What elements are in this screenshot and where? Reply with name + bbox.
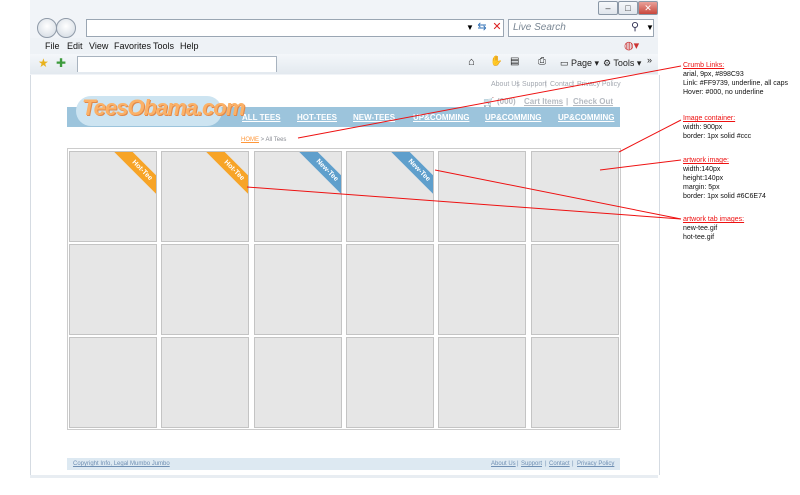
annotation-line: arial, 9px, #898C93	[683, 71, 744, 78]
annotation-line: border: 1px solid #ccc	[683, 133, 752, 140]
annotation-line: Hover: #000, no underline	[683, 89, 764, 96]
annotation-line: border: 1px solid #6C6E74	[683, 193, 766, 200]
annotation-line: new-tee.gif	[683, 225, 718, 232]
tab-annotation-line-new	[434, 169, 682, 220]
annotation-title: Crumb Links:	[683, 62, 725, 69]
annotation-line: hot-tee.gif	[683, 234, 715, 241]
annotation-line: height:140px	[683, 175, 724, 182]
annotation-title: artwork image:	[683, 157, 729, 164]
tab-annotation-line-hot	[246, 186, 682, 220]
annotation-title: artwork tab images:	[683, 216, 745, 223]
annotation-line: width:140px	[683, 166, 721, 173]
crumb-annotation-line	[297, 65, 682, 139]
artwork-annotation-line	[599, 159, 682, 171]
annotation-line: width: 900px	[683, 124, 723, 131]
crumb-annotation: Crumb Links: arial, 9px, #898C93 Link: #…	[683, 61, 788, 97]
container-annotation: Image container: width: 900px border: 1p…	[683, 114, 751, 141]
artwork-annotation: artwork image: width:140px height:140px …	[683, 156, 766, 201]
annotation-line: margin: 5px	[683, 184, 720, 191]
container-annotation-line	[618, 119, 682, 153]
annotation-title: Image container:	[683, 115, 736, 122]
annotation-lines	[246, 65, 682, 220]
annotation-line: Link: #FF9739, underline, all caps	[683, 80, 789, 87]
tabs-annotation: artwork tab images: new-tee.gif hot-tee.…	[683, 215, 744, 242]
